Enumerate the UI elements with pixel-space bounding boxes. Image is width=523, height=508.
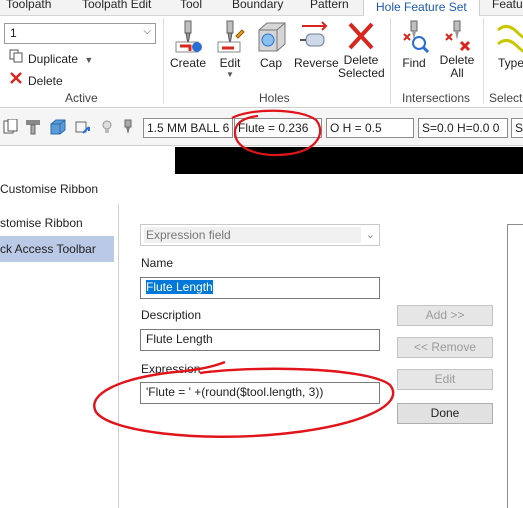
flute-length-field[interactable]: Flute = 0.236 xyxy=(234,118,322,138)
group-label-selection: Selecti xyxy=(489,91,523,105)
expression-field-dropdown[interactable]: Expression field ⌄ xyxy=(140,224,380,246)
group-divider xyxy=(390,18,391,104)
lightbulb-icon[interactable] xyxy=(99,119,115,135)
expression-label: Expression xyxy=(141,362,201,376)
delete-all-icon xyxy=(441,20,473,54)
find-label: Find xyxy=(402,56,426,70)
edit-hole-icon xyxy=(214,20,246,54)
reverse-hole-button[interactable]: Reverse xyxy=(294,20,339,70)
tool-icon[interactable] xyxy=(120,119,136,135)
edit-label: Edit xyxy=(219,56,241,70)
find-icon xyxy=(398,20,430,54)
graphics-area xyxy=(175,147,523,174)
copy-icon[interactable] xyxy=(3,118,19,135)
tool-toolbar: 1.5 MM BALL 6 M Flute = 0.236 O H = 0.5 … xyxy=(0,109,523,146)
name-input[interactable]: Flute Length xyxy=(140,277,380,299)
description-input[interactable]: Flute Length xyxy=(140,329,380,351)
chevron-down-icon: ⌵ xyxy=(143,26,151,37)
cap-icon xyxy=(255,20,287,54)
delete-x-icon xyxy=(8,71,24,88)
group-label-holes: Holes xyxy=(259,91,290,105)
chevron-down-icon: ⌄ xyxy=(365,229,375,241)
cap-hole-button[interactable]: Cap xyxy=(253,20,289,70)
tab-boundary[interactable]: Boundary xyxy=(232,0,283,11)
delete-x-icon xyxy=(345,20,377,54)
tab-toolpath[interactable]: Toolpath xyxy=(6,0,51,11)
create-label: Create xyxy=(169,56,207,70)
edit-button[interactable]: Edit xyxy=(397,369,493,390)
dropdown-arrow-icon: ▼ xyxy=(226,70,234,79)
tool-name-field[interactable]: 1.5 MM BALL 6 M xyxy=(143,118,233,138)
tab-toolpath-edit[interactable]: Toolpath Edit xyxy=(82,0,151,11)
selection-type-button[interactable]: Type xyxy=(495,20,523,70)
ribbon-tab-bar: Toolpath Toolpath Edit Tool Boundary Pat… xyxy=(0,0,523,16)
type-label: Type xyxy=(497,56,523,70)
stock-field[interactable]: S=0.0 H=0.0 0 xyxy=(418,118,508,138)
ribbon-panel: 1 ⌵ Duplicate ▼ Delete Active Create Edi… xyxy=(0,16,523,108)
tab-pattern[interactable]: Pattern xyxy=(310,0,349,11)
remove-button[interactable]: << Remove xyxy=(397,337,493,358)
tool-holder-icon[interactable] xyxy=(25,119,41,135)
selection-type-icon xyxy=(495,20,523,54)
duplicate-button[interactable]: Duplicate ▼ xyxy=(8,49,93,66)
name-label: Name xyxy=(141,256,174,270)
nav-item-customise-ribbon[interactable]: stomise Ribbon xyxy=(0,210,114,236)
done-button[interactable]: Done xyxy=(397,403,493,424)
overhang-field[interactable]: O H = 0.5 xyxy=(326,118,414,138)
duplicate-label: Duplicate xyxy=(28,52,79,66)
active-feature-combo[interactable]: 1 ⌵ xyxy=(4,23,156,44)
dialog-nav-pane: stomise Ribbon ck Access Toolbar xyxy=(0,204,119,508)
delete-label: Delete xyxy=(28,74,63,88)
delete-all-label: Delete All xyxy=(439,53,475,80)
level-icon[interactable] xyxy=(75,119,91,135)
dialog-title: Customise Ribbon xyxy=(0,182,99,196)
add-button[interactable]: Add >> xyxy=(397,305,493,326)
reverse-label: Reverse xyxy=(294,56,339,70)
create-hole-button[interactable]: Create xyxy=(168,20,208,70)
combo-value: 1 xyxy=(10,26,17,40)
group-label-intersections: Intersections xyxy=(402,91,471,105)
create-hole-icon xyxy=(172,20,204,54)
tab-hole-feature-set[interactable]: Hole Feature Set xyxy=(363,0,480,16)
dropdown-arrow-icon: ▼ xyxy=(84,55,94,65)
description-label: Description xyxy=(141,308,202,322)
name-input-value: Flute Length xyxy=(146,280,213,294)
delete-selected-button[interactable]: Delete Selected xyxy=(338,20,385,80)
cap-label: Cap xyxy=(259,56,282,70)
stock-field-2[interactable]: S= xyxy=(511,118,523,138)
dropdown-value: Expression field xyxy=(144,227,361,243)
delete-all-button[interactable]: Delete All xyxy=(437,20,477,80)
find-intersections-button[interactable]: Find xyxy=(396,20,432,70)
application-window: Toolpath Toolpath Edit Tool Boundary Pat… xyxy=(0,0,523,508)
right-list-box[interactable] xyxy=(507,224,523,508)
block-icon[interactable] xyxy=(50,119,66,135)
edit-hole-button[interactable]: Edit ▼ xyxy=(212,20,248,79)
group-label-active: Active xyxy=(65,91,98,105)
reverse-icon xyxy=(298,20,330,54)
delete-selected-label: Delete Selected xyxy=(338,53,385,80)
duplicate-icon xyxy=(8,49,24,66)
group-divider xyxy=(483,18,484,104)
tab-tool[interactable]: Tool xyxy=(180,0,202,11)
delete-button[interactable]: Delete xyxy=(8,71,63,88)
nav-item-quick-access-toolbar[interactable]: ck Access Toolbar xyxy=(0,236,114,262)
group-divider xyxy=(163,18,164,104)
tab-feature[interactable]: Featu xyxy=(492,0,523,11)
expression-input[interactable]: 'Flute = ' +(round($tool.length, 3)) xyxy=(140,382,380,404)
